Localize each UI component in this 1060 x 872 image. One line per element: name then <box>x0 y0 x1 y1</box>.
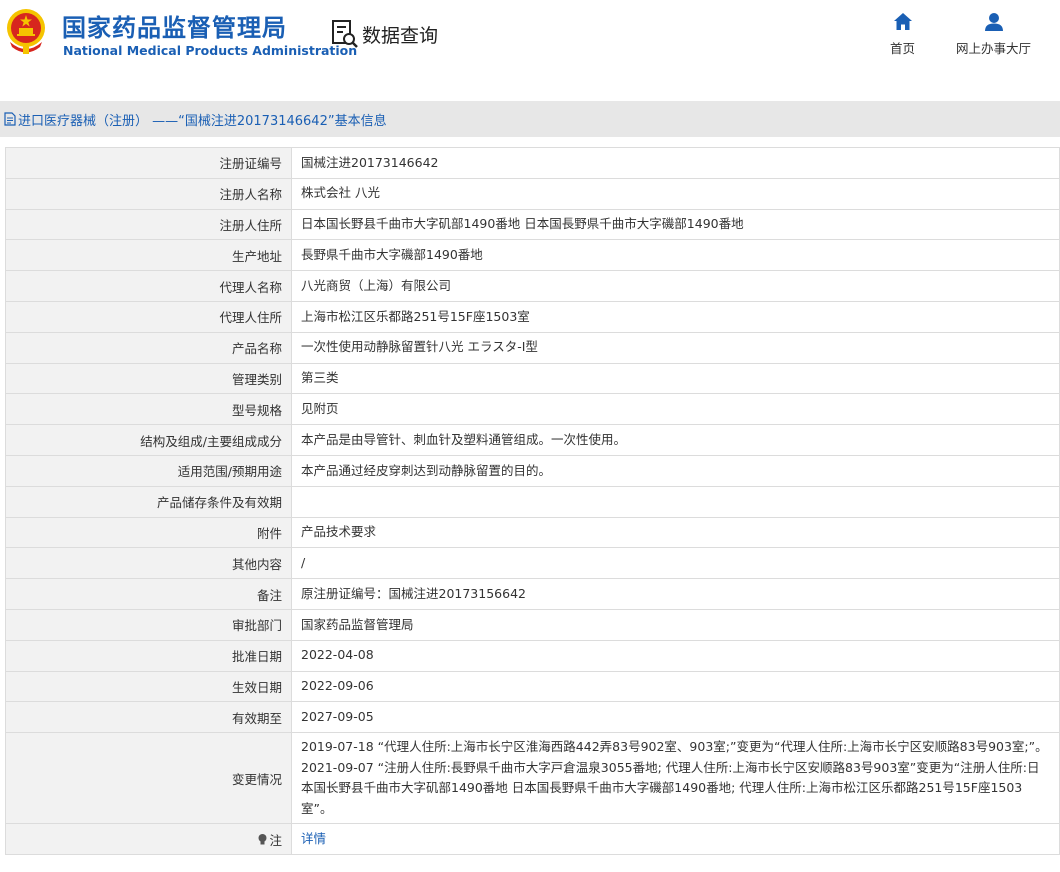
field-value: 产品技术要求 <box>291 516 1060 549</box>
field-label: 型号规格 <box>5 393 292 426</box>
data-query-title: 数据查询 <box>330 18 438 50</box>
field-value: 2027-09-05 <box>291 701 1060 734</box>
table-row: 代理人住所 上海市松江区乐都路251号15F座1503室 <box>5 300 1060 333</box>
field-label: 生效日期 <box>5 670 292 703</box>
site-header: 国家药品监督管理局 National Medical Products Admi… <box>0 0 1060 86</box>
field-value: 本产品通过经皮穿刺达到动静脉留置的目的。 <box>291 454 1060 487</box>
changes-value: 2019-07-18 “代理人住所:上海市长宁区淮海西路442弄83号902室、… <box>291 732 1060 825</box>
field-label: 备注 <box>5 578 292 610</box>
field-value: 長野県千曲市大字磯部1490番地 <box>291 239 1060 272</box>
lightbulb-icon <box>258 833 267 845</box>
field-value: 株式会社 八光 <box>291 177 1060 210</box>
field-label: 结构及组成/主要组成成分 <box>5 424 292 456</box>
table-row: 产品储存条件及有效期 <box>5 485 1060 518</box>
field-label: 附件 <box>5 516 292 549</box>
table-row: 备注 原注册证编号：国械注进20173156642 <box>5 578 1060 610</box>
field-label: 注册人住所 <box>5 208 292 241</box>
table-row: 有效期至 2027-09-05 <box>5 701 1060 734</box>
table-row: 生产地址 長野県千曲市大字磯部1490番地 <box>5 239 1060 272</box>
field-label: 批准日期 <box>5 639 292 672</box>
section-header: 进口医疗器械（注册） ——“国械注进20173146642”基本信息 <box>0 101 1060 137</box>
field-label: 其他内容 <box>5 547 292 580</box>
nav-online-hall[interactable]: 网上办事大厅 <box>956 12 1031 57</box>
field-value: 八光商贸（上海）有限公司 <box>291 270 1060 302</box>
field-value: 本产品是由导管针、刺血针及塑料通管组成。一次性使用。 <box>291 424 1060 456</box>
field-value: 见附页 <box>291 393 1060 426</box>
field-label: 代理人住所 <box>5 300 292 333</box>
table-row: 代理人名称 八光商贸（上海）有限公司 <box>5 270 1060 302</box>
nav-home[interactable]: 首页 <box>890 12 915 57</box>
national-emblem-icon <box>4 6 48 56</box>
brand-name-cn: 国家药品监督管理局 <box>62 14 287 42</box>
field-value: 2022-09-06 <box>291 670 1060 703</box>
table-row: 附件 产品技术要求 <box>5 516 1060 549</box>
search-document-icon <box>332 20 358 48</box>
field-value: 原注册证编号：国械注进20173156642 <box>291 578 1060 610</box>
field-value <box>291 485 1060 518</box>
field-value: 国家药品监督管理局 <box>291 608 1060 641</box>
table-row: 产品名称 一次性使用动静脉留置针八光 エラスタ-Ⅰ型 <box>5 331 1060 364</box>
field-label: 注册证编号 <box>5 147 292 179</box>
table-row: 结构及组成/主要组成成分 本产品是由导管针、刺血针及塑料通管组成。一次性使用。 <box>5 424 1060 456</box>
table-row-changes: 变更情况 2019-07-18 “代理人住所:上海市长宁区淮海西路442弄83号… <box>5 732 1060 825</box>
table-row: 适用范围/预期用途 本产品通过经皮穿刺达到动静脉留置的目的。 <box>5 454 1060 487</box>
field-label: 产品储存条件及有效期 <box>5 485 292 518</box>
nav-hall-label: 网上办事大厅 <box>956 41 1032 56</box>
field-label: 注册人名称 <box>5 177 292 210</box>
details-link[interactable]: 详情 <box>301 831 326 846</box>
user-icon <box>984 13 1003 31</box>
change-entry: 2019-07-18 “代理人住所:上海市长宁区淮海西路442弄83号902室、… <box>301 739 1048 755</box>
change-entry: 2021-09-07 “注册人住所:長野県千曲市大字戸倉温泉3055番地; 代理… <box>301 759 1040 816</box>
home-icon <box>893 13 912 30</box>
table-row: 注册人住所 日本国长野县千曲市大字矶部1490番地 日本国長野県千曲市大字磯部14… <box>5 208 1060 241</box>
field-label: 有效期至 <box>5 701 292 734</box>
field-value: 国械注进20173146642 <box>291 147 1060 179</box>
note-label: 注 <box>269 832 282 848</box>
note-value: 详情 <box>291 823 1060 855</box>
data-query-label: 数据查询 <box>362 24 439 47</box>
field-label: 审批部门 <box>5 608 292 641</box>
field-label: 适用范围/预期用途 <box>5 454 292 487</box>
document-icon <box>4 112 16 126</box>
table-row: 其他内容 / <box>5 547 1060 580</box>
field-value: / <box>291 547 1060 580</box>
changes-label: 变更情况 <box>5 732 292 825</box>
field-label: 产品名称 <box>5 331 292 364</box>
field-value: 日本国长野县千曲市大字矶部1490番地 日本国長野県千曲市大字磯部1490番地 <box>291 208 1060 241</box>
field-label: 生产地址 <box>5 239 292 272</box>
field-value: 上海市松江区乐都路251号15F座1503室 <box>291 300 1060 333</box>
table-row-note: 注 详情 <box>5 823 1060 855</box>
section-title: 进口医疗器械（注册） ——“国械注进20173146642”基本信息 <box>18 113 387 129</box>
field-value: 一次性使用动静脉留置针八光 エラスタ-Ⅰ型 <box>291 331 1060 364</box>
brand-name-en: National Medical Products Administration <box>63 43 358 58</box>
field-value: 2022-04-08 <box>291 639 1060 672</box>
nav-home-label: 首页 <box>890 41 916 56</box>
table-row: 管理类别 第三类 <box>5 362 1060 395</box>
table-row: 注册人名称 株式会社 八光 <box>5 177 1060 210</box>
field-label: 管理类别 <box>5 362 292 395</box>
note-label-cell: 注 <box>5 823 292 855</box>
table-row: 批准日期 2022-04-08 <box>5 639 1060 672</box>
table-row: 注册证编号 国械注进20173146642 <box>5 147 1060 179</box>
table-row: 生效日期 2022-09-06 <box>5 670 1060 703</box>
table-row: 审批部门 国家药品监督管理局 <box>5 608 1060 641</box>
field-label: 代理人名称 <box>5 270 292 302</box>
field-value: 第三类 <box>291 362 1060 395</box>
table-row: 型号规格 见附页 <box>5 393 1060 426</box>
device-info-table: 注册证编号 国械注进20173146642 注册人名称 株式会社 八光 注册人住所日… <box>5 147 1060 855</box>
info-table-wrapper: 注册证编号 国械注进20173146642 注册人名称 株式会社 八光 注册人住所日… <box>5 147 1060 855</box>
